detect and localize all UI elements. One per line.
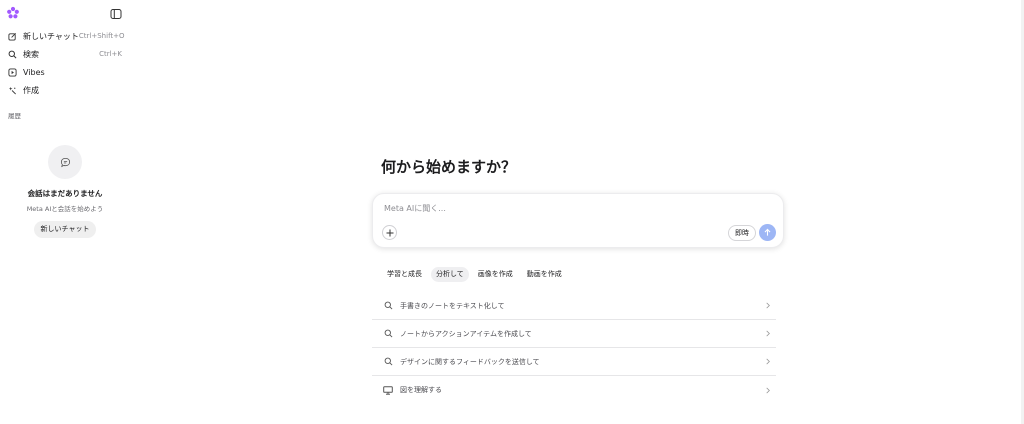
nav-item-label: 検索 [23,49,39,59]
prompt-composer: 即時 [372,193,784,248]
nav-item-new-chat[interactable]: 新しいチャット Ctrl+Shift+O [0,27,130,45]
suggestion-label: デザインに関するフィードバックを送信して [400,357,540,366]
empty-state-title: 会話はまだありません [27,189,103,198]
suggestion-label: ノートからアクションアイテムを作成して [400,329,532,338]
play-icon [8,67,17,77]
meta-ai-logo-icon[interactable] [6,5,20,19]
suggestion-item[interactable]: ノートからアクションアイテムを作成して [372,320,776,348]
add-attachment-button[interactable] [382,225,397,240]
keyboard-shortcut: Ctrl+K [99,50,122,58]
suggestion-item[interactable]: 手書きのノートをテキスト化して [372,292,776,320]
empty-history-state: 会話はまだありません Meta AIと会話を始めよう 新しいチャット [0,145,130,238]
sidebar: 新しいチャット Ctrl+Shift+O 検索 Ctrl+K Vibes 作成 … [0,0,130,424]
search-icon [383,301,393,311]
response-mode-button[interactable]: 即時 [728,225,756,241]
search-icon [383,357,393,367]
category-chips: 学習と成長 分析して 画像を作成 動画を作成 [382,267,567,282]
sparkle-icon [8,86,17,95]
suggestion-label: 図を理解する [400,386,442,394]
prompt-input[interactable] [384,204,764,213]
sidebar-nav: 新しいチャット Ctrl+Shift+O 検索 Ctrl+K Vibes 作成 [0,27,130,99]
chevron-right-icon [764,358,772,366]
search-icon [8,50,17,59]
nav-item-vibes[interactable]: Vibes [0,63,130,81]
history-section-label: 履歴 [8,112,21,120]
page-title: 何から始めますか？ [381,158,517,176]
nav-item-label: 作成 [23,85,39,95]
chat-bubble-icon [48,145,82,179]
chevron-right-icon [764,302,772,310]
monitor-icon [383,385,393,395]
nav-item-create[interactable]: 作成 [0,81,130,99]
chip-learning[interactable]: 学習と成長 [382,267,427,282]
nav-item-search[interactable]: 検索 Ctrl+K [0,45,130,63]
chevron-right-icon [764,330,772,338]
new-chat-icon [8,32,17,41]
chip-create-image[interactable]: 画像を作成 [473,267,518,282]
app-window: 新しいチャット Ctrl+Shift+O 検索 Ctrl+K Vibes 作成 … [0,0,1024,424]
chip-create-video[interactable]: 動画を作成 [522,267,567,282]
empty-state-subtitle: Meta AIと会話を始めよう [26,205,104,213]
suggestion-item[interactable]: 図を理解する [372,376,776,404]
chip-analyze[interactable]: 分析して [431,267,469,282]
sidebar-toggle-icon[interactable] [110,5,124,19]
suggestion-list: 手書きのノートをテキスト化して ノートからアクションアイテムを作成して デザイン… [372,292,776,404]
suggestion-label: 手書きのノートをテキスト化して [400,301,505,310]
send-button[interactable] [759,224,776,241]
keyboard-shortcut: Ctrl+Shift+O [78,32,125,40]
new-chat-button[interactable]: 新しいチャット [33,221,97,238]
arrow-up-icon [763,225,772,240]
nav-item-label: Vibes [23,67,45,77]
nav-item-label: 新しいチャット [23,31,79,41]
plus-icon [386,225,394,240]
search-icon [383,329,393,339]
suggestion-item[interactable]: デザインに関するフィードバックを送信して [372,348,776,376]
chevron-right-icon [764,386,772,394]
